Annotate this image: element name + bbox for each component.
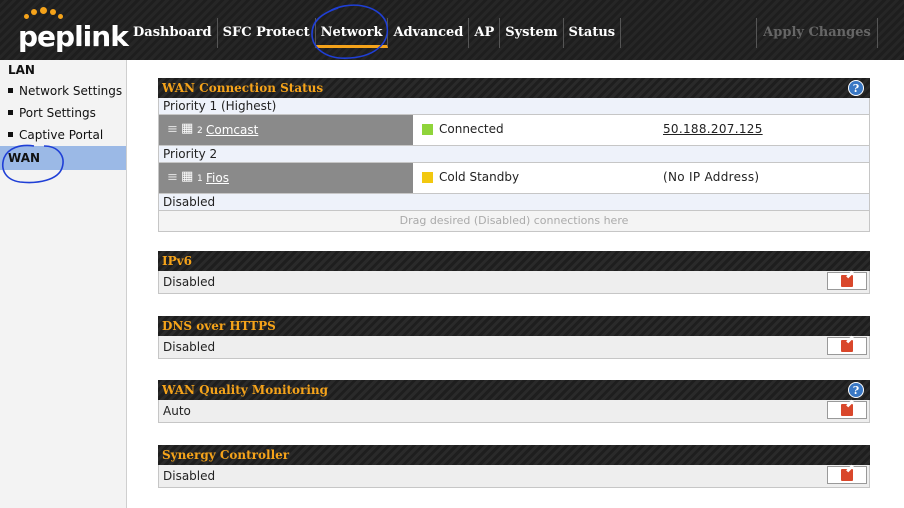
edit-icon [841, 469, 853, 481]
main-nav: Dashboard SFC Protect Network Advanced A… [128, 18, 622, 48]
ipv6-panel: IPv6 Disabled [158, 251, 870, 294]
setting-row: Disabled [158, 465, 870, 488]
sidebar: LAN Network Settings Port Settings Capti… [0, 60, 127, 508]
synergy-controller-panel: Synergy Controller Disabled [158, 445, 870, 488]
wan-drag-handle[interactable]: ≡ ▦ 2 Comcast [159, 115, 413, 145]
section-header: DNS over HTTPS [158, 316, 870, 336]
setting-row: Auto [158, 400, 870, 423]
nav-status[interactable]: Status [564, 18, 622, 48]
edit-button[interactable] [827, 272, 867, 290]
wan-drag-handle[interactable]: ≡ ▦ 1 Fios [159, 163, 413, 193]
bullet-icon [8, 110, 13, 115]
help-icon[interactable]: ? [848, 80, 864, 96]
bullet-icon [8, 88, 13, 93]
section-title: WAN Connection Status [162, 81, 324, 95]
wan-name-link[interactable]: Fios [206, 171, 229, 185]
apply-changes-button[interactable]: Apply Changes [756, 18, 878, 48]
section-header: WAN Quality Monitoring ? [158, 380, 870, 400]
setting-value: Auto [163, 404, 191, 418]
sidebar-item-wan[interactable]: WAN [0, 146, 126, 170]
setting-row: Disabled [158, 336, 870, 359]
edit-icon [841, 275, 853, 287]
setting-value: Disabled [163, 340, 216, 354]
peplink-logo[interactable]: peplink [14, 6, 129, 53]
sidebar-item-captive-portal[interactable]: Captive Portal [0, 124, 126, 146]
setting-value: Disabled [163, 275, 216, 289]
logo-text: peplink [18, 20, 129, 53]
sidebar-heading-lan: LAN [8, 63, 35, 77]
nav-dashboard[interactable]: Dashboard [128, 18, 218, 48]
section-header: WAN Connection Status ? [158, 78, 870, 98]
sidebar-item-network-settings[interactable]: Network Settings [0, 80, 126, 102]
wan-name-link[interactable]: Comcast [206, 123, 258, 137]
sidebar-item-label: Port Settings [19, 106, 96, 120]
section-title: WAN Quality Monitoring [162, 383, 329, 397]
drag-handle-icon[interactable]: ≡ [167, 122, 178, 137]
setting-value: Disabled [163, 469, 216, 483]
priority-2-label: Priority 2 [158, 146, 870, 163]
port-number: 2 [197, 126, 203, 136]
connection-status: Connected [439, 122, 504, 136]
network-port-icon: ▦ [181, 169, 194, 184]
bullet-icon [8, 132, 13, 137]
wan-quality-monitoring-panel: WAN Quality Monitoring ? Auto [158, 380, 870, 423]
section-title: DNS over HTTPS [162, 319, 276, 333]
edit-button[interactable] [827, 337, 867, 355]
nav-advanced[interactable]: Advanced [388, 18, 470, 48]
top-navigation-bar: peplink Dashboard SFC Protect Network Ad… [0, 0, 904, 60]
edit-button[interactable] [827, 401, 867, 419]
disabled-label: Disabled [158, 194, 870, 211]
port-number: 1 [197, 174, 203, 184]
wan-connection-row: ≡ ▦ 2 Comcast Connected 50.188.207.125 [158, 115, 870, 146]
section-title: IPv6 [162, 254, 192, 268]
disabled-dropzone[interactable]: Drag desired (Disabled) connections here [158, 211, 870, 232]
wan-connection-row: ≡ ▦ 1 Fios Cold Standby (No IP Address) [158, 163, 870, 194]
status-indicator [422, 172, 433, 183]
nav-ap[interactable]: AP [469, 18, 501, 48]
wan-connection-status-panel: WAN Connection Status ? Priority 1 (High… [158, 78, 870, 232]
setting-row: Disabled [158, 271, 870, 294]
ip-address-link[interactable]: 50.188.207.125 [663, 122, 763, 136]
ip-address: (No IP Address) [663, 170, 760, 184]
drag-handle-icon[interactable]: ≡ [167, 170, 178, 185]
section-header: Synergy Controller [158, 445, 870, 465]
nav-system[interactable]: System [500, 18, 564, 48]
nav-sfc-protect[interactable]: SFC Protect [218, 18, 316, 48]
edit-button[interactable] [827, 466, 867, 484]
edit-icon [841, 340, 853, 352]
dns-over-https-panel: DNS over HTTPS Disabled [158, 316, 870, 359]
sidebar-item-label: Captive Portal [19, 128, 104, 142]
edit-icon [841, 404, 853, 416]
connection-status: Cold Standby [439, 170, 520, 184]
network-port-icon: ▦ [181, 121, 194, 136]
sidebar-item-label: Network Settings [19, 84, 123, 98]
sidebar-item-port-settings[interactable]: Port Settings [0, 102, 126, 124]
nav-network[interactable]: Network [315, 18, 389, 48]
section-header: IPv6 [158, 251, 870, 271]
priority-1-label: Priority 1 (Highest) [158, 98, 870, 115]
help-icon[interactable]: ? [848, 382, 864, 398]
section-title: Synergy Controller [162, 448, 290, 462]
status-indicator [422, 124, 433, 135]
